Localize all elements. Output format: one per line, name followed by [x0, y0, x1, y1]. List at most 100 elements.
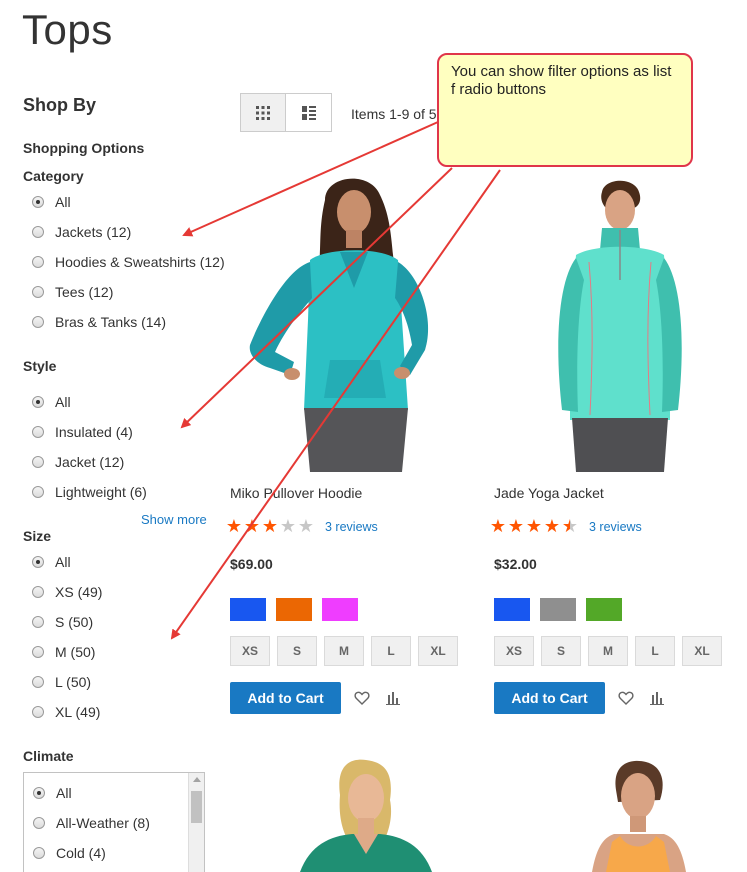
style-option-label[interactable]: Lightweight (6)	[55, 484, 147, 500]
radio-button[interactable]	[32, 426, 44, 438]
size-swatch[interactable]: S	[277, 636, 317, 666]
size-swatch[interactable]: M	[324, 636, 364, 666]
annotation-callout: You can show filter options as list f ra…	[437, 53, 693, 167]
star-icon: ★	[261, 516, 279, 536]
product-name-link[interactable]: Miko Pullover Hoodie	[230, 485, 362, 501]
climate-option-label[interactable]: Cold (4)	[56, 845, 106, 861]
add-to-cart-button[interactable]: Add to Cart	[494, 682, 605, 714]
size-swatch[interactable]: L	[635, 636, 675, 666]
filter-title-style[interactable]: Style	[23, 358, 56, 374]
climate-option[interactable]: Cold (4)	[33, 845, 106, 861]
category-option[interactable]: Tees (12)	[32, 284, 113, 300]
show-more-link[interactable]: Show more	[141, 512, 207, 527]
size-option[interactable]: L (50)	[32, 674, 91, 690]
style-option-label[interactable]: Jacket (12)	[55, 454, 124, 470]
style-option[interactable]: Jacket (12)	[32, 454, 124, 470]
radio-button[interactable]	[32, 646, 44, 658]
category-option-label[interactable]: Bras & Tanks (14)	[55, 314, 166, 330]
radio-button[interactable]	[33, 847, 45, 859]
climate-scrollbar[interactable]	[188, 773, 204, 872]
product-image[interactable]	[494, 170, 744, 472]
radio-button[interactable]	[32, 226, 44, 238]
compare-icon[interactable]	[649, 690, 665, 706]
compare-icon[interactable]	[385, 690, 401, 706]
size-option-label[interactable]: XS (49)	[55, 584, 102, 600]
product-image[interactable]	[230, 170, 470, 472]
radio-button[interactable]	[32, 586, 44, 598]
size-swatch[interactable]: S	[541, 636, 581, 666]
category-option-label[interactable]: Tees (12)	[55, 284, 113, 300]
radio-button[interactable]	[32, 486, 44, 498]
radio-button[interactable]	[32, 316, 44, 328]
size-option[interactable]: XS (49)	[32, 584, 102, 600]
product-image[interactable]	[270, 750, 460, 872]
size-option[interactable]: S (50)	[32, 614, 93, 630]
wishlist-heart-icon[interactable]	[618, 690, 634, 706]
product-photo-jacket	[494, 170, 744, 472]
style-option-label[interactable]: All	[55, 394, 71, 410]
color-swatch[interactable]	[276, 598, 312, 621]
filter-title-category[interactable]: Category	[23, 168, 84, 184]
radio-button[interactable]	[32, 196, 44, 208]
size-option[interactable]: All	[32, 554, 71, 570]
color-swatch[interactable]	[494, 598, 530, 621]
category-option-label[interactable]: Hoodies & Sweatshirts (12)	[55, 254, 225, 270]
scrollbar-thumb[interactable]	[191, 791, 202, 823]
size-swatch[interactable]: XS	[230, 636, 270, 666]
category-option[interactable]: All	[32, 194, 71, 210]
size-swatch[interactable]: XL	[682, 636, 722, 666]
radio-button[interactable]	[32, 706, 44, 718]
size-option-label[interactable]: M (50)	[55, 644, 95, 660]
category-option[interactable]: Bras & Tanks (14)	[32, 314, 166, 330]
view-mode-switcher[interactable]	[240, 93, 332, 132]
size-swatch[interactable]: XL	[418, 636, 458, 666]
color-swatch[interactable]	[230, 598, 266, 621]
color-swatch[interactable]	[540, 598, 576, 621]
scroll-up-icon[interactable]	[193, 777, 201, 782]
style-option[interactable]: Insulated (4)	[32, 424, 133, 440]
list-view-button[interactable]	[286, 93, 332, 132]
radio-button[interactable]	[32, 676, 44, 688]
filter-title-climate[interactable]: Climate	[23, 748, 74, 764]
color-swatch[interactable]	[322, 598, 358, 621]
reviews-link[interactable]: 3 reviews	[589, 520, 642, 534]
size-option-label[interactable]: L (50)	[55, 674, 91, 690]
size-option[interactable]: XL (49)	[32, 704, 100, 720]
style-option[interactable]: All	[32, 394, 71, 410]
radio-button[interactable]	[32, 286, 44, 298]
size-option-label[interactable]: XL (49)	[55, 704, 100, 720]
size-swatch[interactable]: M	[588, 636, 628, 666]
product-image[interactable]	[540, 750, 740, 872]
radio-button[interactable]	[32, 556, 44, 568]
color-swatch[interactable]	[586, 598, 622, 621]
radio-button[interactable]	[33, 787, 45, 799]
callout-text: You can show filter options as list f ra…	[451, 63, 672, 98]
add-to-cart-button[interactable]: Add to Cart	[230, 682, 341, 714]
category-option-label[interactable]: Jackets (12)	[55, 224, 131, 240]
wishlist-heart-icon[interactable]	[354, 690, 370, 706]
grid-view-button[interactable]	[240, 93, 286, 132]
star-icon: ★	[507, 516, 525, 536]
size-option-label[interactable]: S (50)	[55, 614, 93, 630]
style-option[interactable]: Lightweight (6)	[32, 484, 147, 500]
size-swatch[interactable]: XS	[494, 636, 534, 666]
radio-button[interactable]	[32, 456, 44, 468]
size-option-label[interactable]: All	[55, 554, 71, 570]
climate-option-label[interactable]: All	[56, 785, 72, 801]
climate-option[interactable]: All	[33, 785, 72, 801]
climate-option-label[interactable]: All-Weather (8)	[56, 815, 150, 831]
radio-button[interactable]	[32, 396, 44, 408]
size-swatch[interactable]: L	[371, 636, 411, 666]
product-name-link[interactable]: Jade Yoga Jacket	[494, 485, 604, 501]
category-option[interactable]: Jackets (12)	[32, 224, 131, 240]
style-option-label[interactable]: Insulated (4)	[55, 424, 133, 440]
size-option[interactable]: M (50)	[32, 644, 95, 660]
category-option[interactable]: Hoodies & Sweatshirts (12)	[32, 254, 225, 270]
category-option-label[interactable]: All	[55, 194, 71, 210]
climate-option[interactable]: All-Weather (8)	[33, 815, 150, 831]
radio-button[interactable]	[32, 256, 44, 268]
reviews-link[interactable]: 3 reviews	[325, 520, 378, 534]
radio-button[interactable]	[33, 817, 45, 829]
radio-button[interactable]	[32, 616, 44, 628]
filter-title-size[interactable]: Size	[23, 528, 51, 544]
